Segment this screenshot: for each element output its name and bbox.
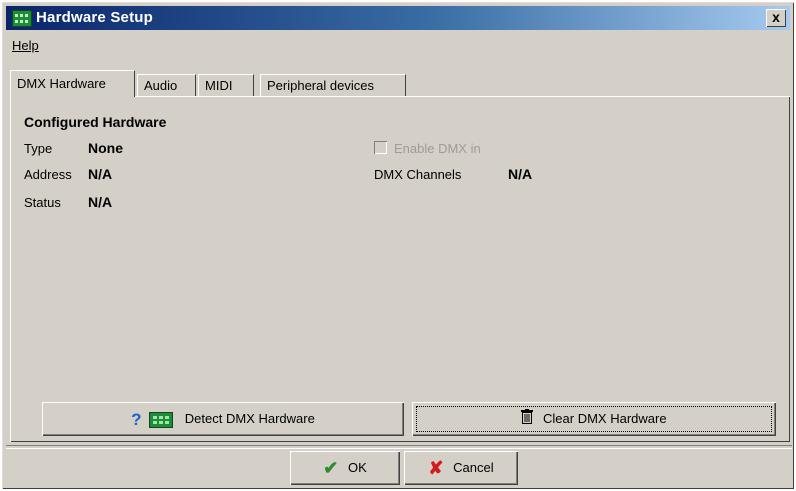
dmx-channels-value: N/A xyxy=(508,166,533,182)
title-bar: Hardware Setup x xyxy=(6,6,790,30)
tab-label: MIDI xyxy=(205,78,233,93)
footer-separator xyxy=(6,445,792,449)
tab-label: Audio xyxy=(144,78,178,93)
tab-label: DMX Hardware xyxy=(17,76,106,91)
tab-dmx-hardware[interactable]: DMX Hardware xyxy=(10,70,135,97)
dmx-channels-label: DMX Channels xyxy=(374,167,462,182)
cancel-label: Cancel xyxy=(453,460,494,475)
type-value: None xyxy=(88,140,123,156)
hardware-board-icon xyxy=(149,411,174,428)
ok-label: OK xyxy=(347,460,367,475)
close-button[interactable]: x xyxy=(766,9,786,27)
tab-label: Peripheral devices xyxy=(267,78,374,93)
hardware-setup-window: Hardware Setup x Help DMX Hardware Audio… xyxy=(2,2,794,489)
address-value: N/A xyxy=(88,166,113,182)
tab-audio[interactable]: Audio xyxy=(137,74,196,96)
clear-dmx-hardware-button[interactable]: Clear DMX Hardware xyxy=(412,402,776,436)
detect-dmx-hardware-button[interactable]: ? Detect DMX Hardware xyxy=(42,402,404,436)
menu-bar: Help xyxy=(12,38,39,53)
address-label: Address xyxy=(24,167,72,182)
tab-midi[interactable]: MIDI xyxy=(198,74,254,96)
detect-label: Detect DMX Hardware xyxy=(184,411,315,426)
enable-dmx-in-checkbox[interactable] xyxy=(374,141,387,154)
configured-hardware-heading: Configured Hardware xyxy=(24,114,167,130)
type-label: Type xyxy=(24,141,53,156)
menu-help[interactable]: Help xyxy=(12,38,39,53)
status-value: N/A xyxy=(88,194,113,210)
focus-ring xyxy=(416,406,772,432)
close-icon: x xyxy=(772,9,780,25)
question-icon: ? xyxy=(131,410,142,430)
enable-dmx-in-label: Enable DMX in xyxy=(394,141,481,156)
dmx-hardware-panel: Configured Hardware Type None Address N/… xyxy=(10,96,790,442)
window-title: Hardware Setup xyxy=(36,9,153,26)
tab-peripheral-devices[interactable]: Peripheral devices xyxy=(260,74,406,96)
cancel-button[interactable]: ✘ Cancel xyxy=(404,451,518,485)
checkmark-icon: ✔ xyxy=(323,458,339,479)
hardware-app-icon xyxy=(12,10,32,27)
ok-button[interactable]: ✔ OK xyxy=(290,451,400,485)
cancel-x-icon: ✘ xyxy=(428,458,444,479)
status-label: Status xyxy=(24,195,61,210)
